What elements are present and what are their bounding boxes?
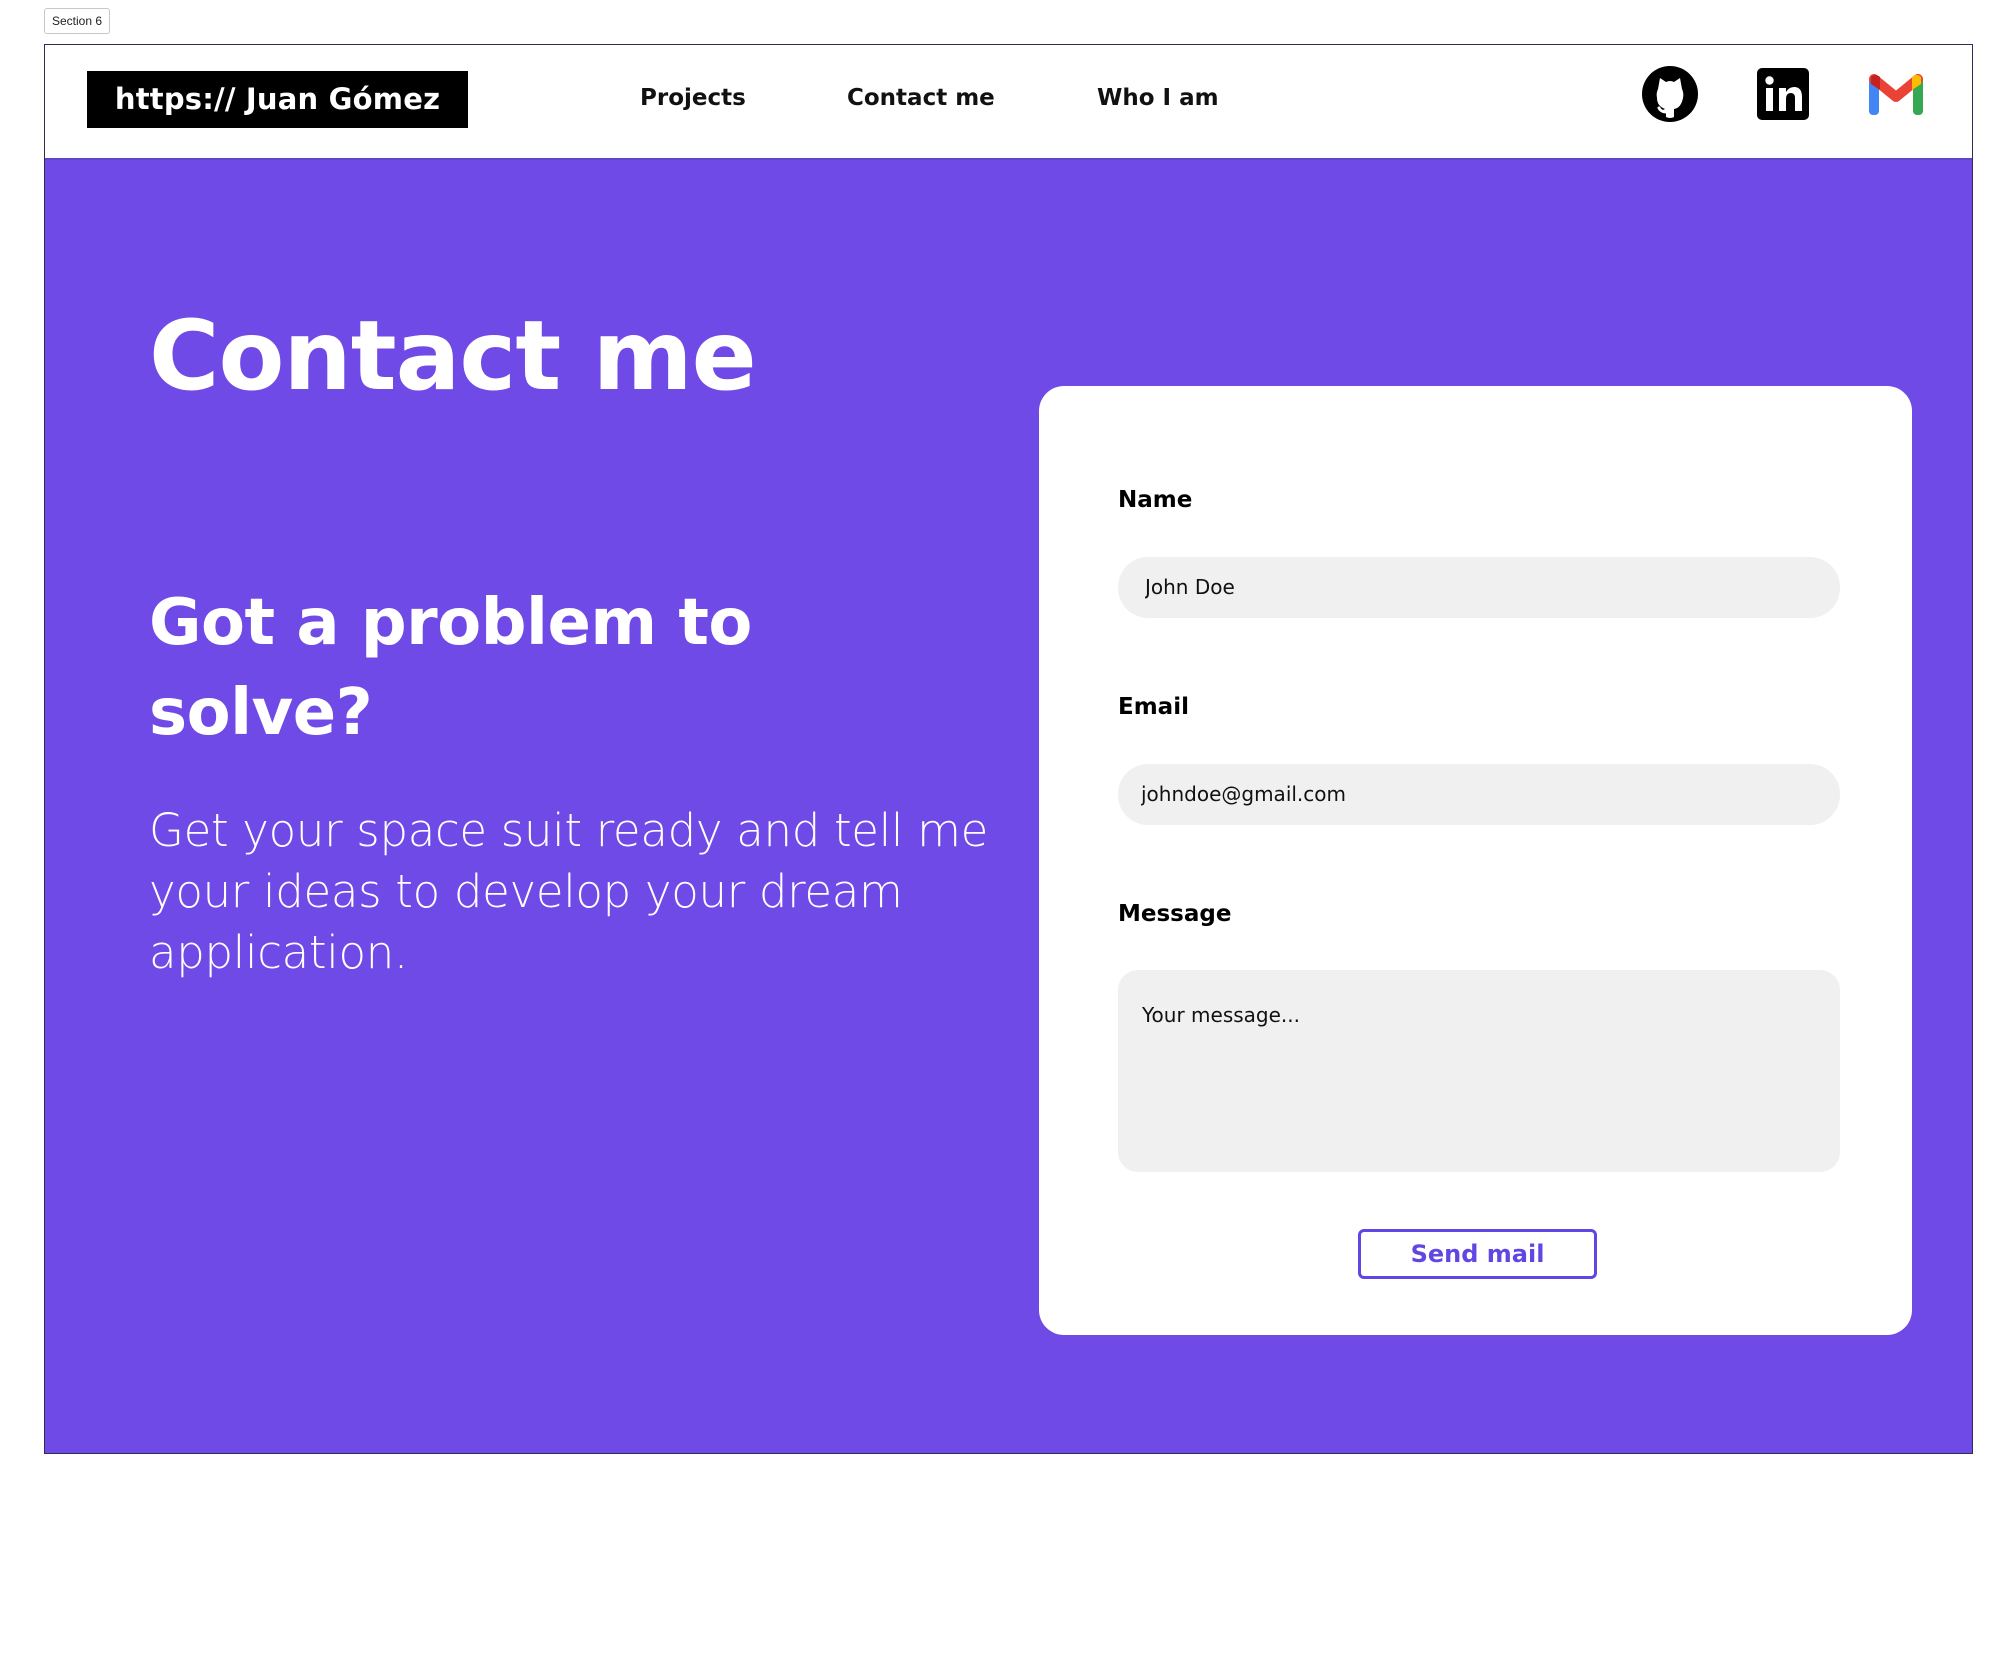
navigation-bar: https:// Juan Gómez Projects Contact me … — [45, 45, 1972, 160]
page-title: Contact me — [149, 300, 757, 413]
gmail-icon — [1867, 70, 1925, 122]
section-label: Section 6 — [44, 8, 111, 34]
name-label: Name — [1118, 487, 1193, 513]
email-input[interactable] — [1118, 764, 1840, 825]
message-textarea[interactable] — [1118, 970, 1840, 1172]
linkedin-link[interactable] — [1752, 65, 1814, 127]
contact-subtitle: Got a problem to solve? — [149, 586, 752, 751]
gmail-link[interactable] — [1865, 65, 1927, 127]
message-label: Message — [1118, 901, 1232, 927]
github-link[interactable] — [1639, 65, 1701, 127]
nav-link-projects[interactable]: Projects — [640, 82, 746, 114]
send-mail-button[interactable]: Send mail — [1358, 1229, 1597, 1279]
contact-form-card: Name Email Message Send mail — [1039, 386, 1912, 1335]
contact-page-frame: https:// Juan Gómez Projects Contact me … — [44, 44, 1973, 1454]
contact-description: Get your space suit ready and tell me yo… — [149, 804, 989, 979]
nav-link-who-i-am[interactable]: Who I am — [1097, 82, 1219, 114]
email-label: Email — [1118, 694, 1189, 720]
github-icon — [1641, 65, 1699, 127]
site-logo[interactable]: https:// Juan Gómez — [87, 71, 468, 128]
nav-link-contact-me[interactable]: Contact me — [847, 82, 995, 114]
name-input[interactable] — [1118, 557, 1840, 618]
linkedin-icon — [1757, 68, 1809, 124]
